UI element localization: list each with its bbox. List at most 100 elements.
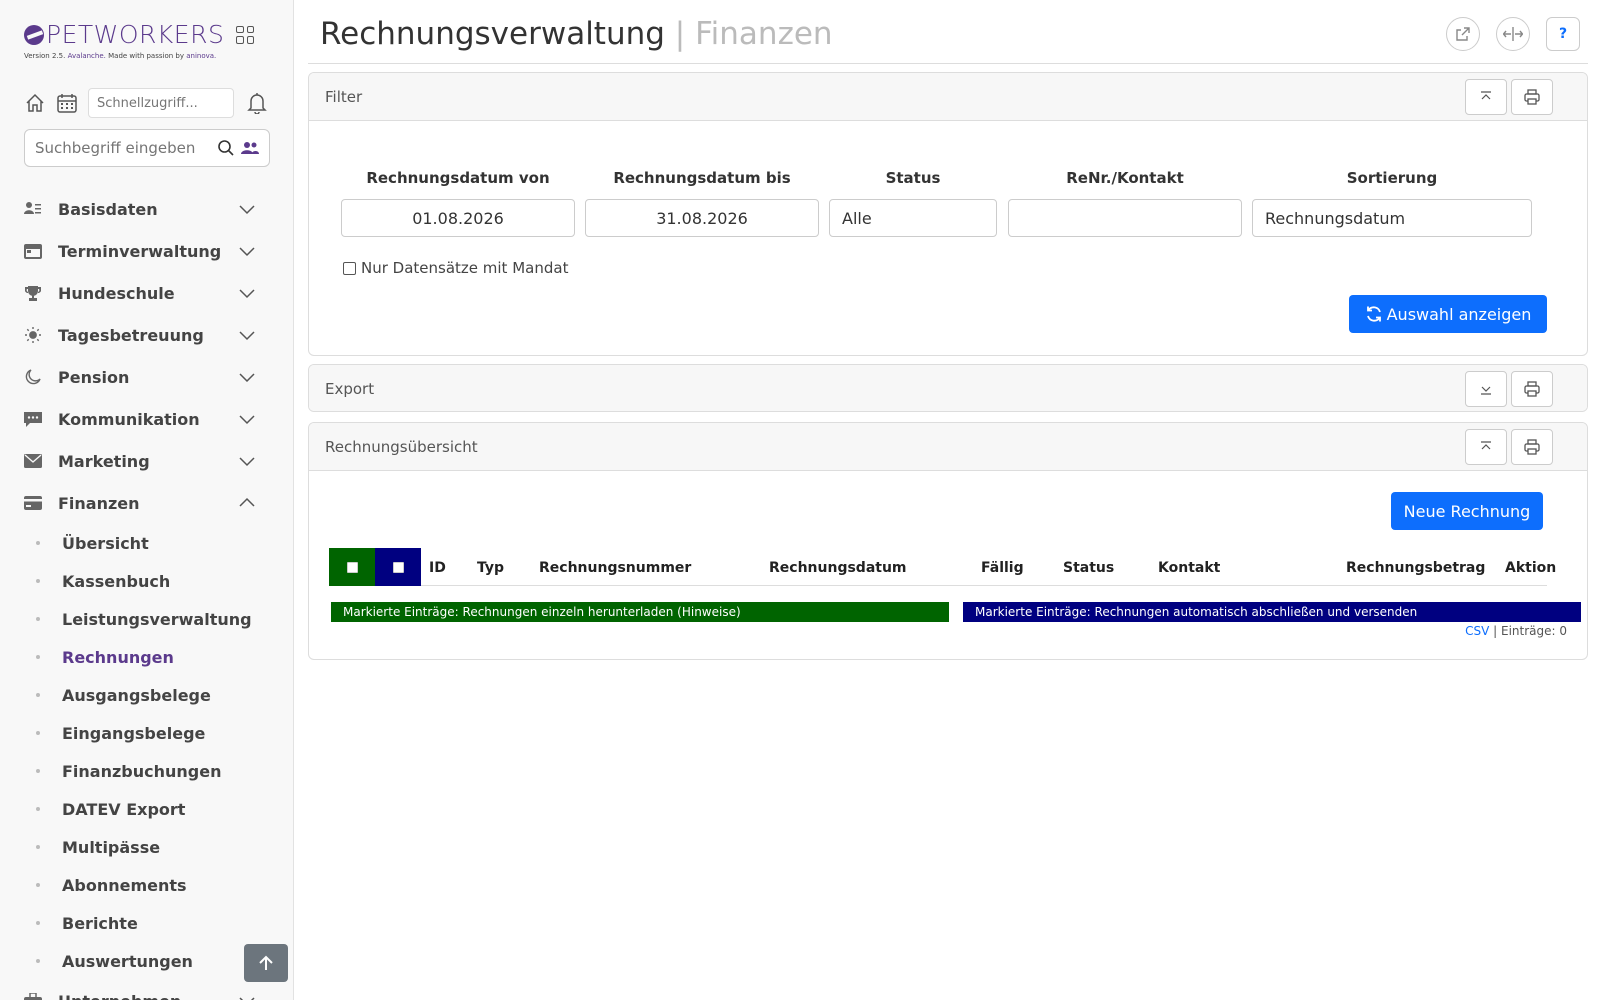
finanzen-submenu: Übersicht Kassenbuch Leistungsverwaltung… [24, 524, 256, 980]
status-select[interactable]: Alle [829, 199, 997, 237]
sidebar-item-hundeschule[interactable]: Hundeschule [24, 272, 256, 314]
sun-icon [24, 326, 42, 344]
sidebar-item-finanzen[interactable]: Finanzen [24, 482, 256, 524]
expand-button[interactable] [1465, 371, 1507, 407]
sidebar-subitem-leistungsverwaltung[interactable]: Leistungsverwaltung [24, 600, 256, 638]
sidebar-subitem-finanzbuchungen[interactable]: Finanzbuchungen [24, 752, 256, 790]
company-name: aninova. [186, 52, 217, 60]
sidebar-item-kommunikation[interactable]: Kommunikation [24, 398, 256, 440]
print-button[interactable] [1511, 79, 1553, 115]
subitem-label: Kassenbuch [62, 571, 171, 591]
subitem-label: Auswertungen [62, 951, 193, 971]
column-header-typ[interactable]: Typ [477, 560, 504, 576]
date-to-field[interactable]: 31.08.2026 [585, 199, 819, 237]
sidebar-item-terminverwaltung[interactable]: Terminverwaltung [24, 230, 256, 272]
chevron-down-icon [238, 326, 256, 344]
filter-card-header: Filter [309, 73, 1587, 121]
select-all-download-cell [329, 548, 375, 586]
sidebar-item-label: Finanzen [58, 493, 140, 513]
column-header-faellig[interactable]: Fällig [981, 560, 1024, 576]
sidebar-item-tagesbetreuung[interactable]: Tagesbetreuung [24, 314, 256, 356]
sidebar-subitem-rechnungen[interactable]: Rechnungen [24, 638, 256, 676]
apps-grid-icon[interactable] [236, 25, 255, 44]
column-header-rechnungsdatum[interactable]: Rechnungsdatum [769, 560, 907, 576]
mandate-checkbox[interactable] [343, 261, 356, 275]
bulk-download-bar[interactable]: Markierte Einträge: Rechnungen einzeln h… [331, 602, 949, 622]
bullet-dot [36, 693, 40, 697]
bullet-dot [36, 921, 40, 925]
bell-icon[interactable] [246, 92, 268, 114]
date-from-field[interactable]: 01.08.2026 [341, 199, 575, 237]
csv-export-link[interactable]: CSV [1465, 624, 1489, 638]
sidebar-item-pension[interactable]: Pension [24, 356, 256, 398]
filter-card: Filter Rechnungsdatum von Rechnungsdatum… [308, 72, 1588, 356]
trophy-icon [24, 284, 42, 302]
column-header-id[interactable]: ID [429, 560, 446, 576]
column-header-kontakt[interactable]: Kontakt [1158, 560, 1220, 576]
filter-card-title: Filter [325, 87, 363, 106]
bulk-send-bar[interactable]: Markierte Einträge: Rechnungen automatis… [963, 602, 1581, 622]
chevron-down-icon [238, 452, 256, 470]
column-header-status[interactable]: Status [1063, 560, 1114, 576]
collapse-button[interactable] [1465, 429, 1507, 465]
envelope-icon [24, 452, 42, 470]
apply-filter-button[interactable]: Auswahl anzeigen [1349, 295, 1547, 333]
overview-card-title: Rechnungsübersicht [325, 437, 478, 456]
mandate-checkbox-row[interactable]: Nur Datensätze mit Mandat [343, 259, 568, 277]
bullet-dot [36, 579, 40, 583]
quick-access-input[interactable] [88, 88, 234, 118]
sidebar-subitem-abonnements[interactable]: Abonnements [24, 866, 256, 904]
sidebar-subitem-kassenbuch[interactable]: Kassenbuch [24, 562, 256, 600]
new-invoice-button[interactable]: Neue Rechnung [1391, 492, 1543, 530]
sidebar-subitem-multipaesse[interactable]: Multipässe [24, 828, 256, 866]
subitem-label: Berichte [62, 913, 138, 933]
column-header-rechnungsnummer[interactable]: Rechnungsnummer [539, 560, 691, 576]
made-by: Made with passion by [108, 52, 184, 60]
sidebar-item-marketing[interactable]: Marketing [24, 440, 256, 482]
help-button[interactable]: ? [1546, 17, 1580, 51]
status-label: Status [885, 169, 941, 187]
bullet-dot [36, 617, 40, 621]
home-icon[interactable] [24, 92, 46, 114]
sidebar-item-basisdaten[interactable]: Basisdaten [24, 188, 256, 230]
export-card-header: Export [309, 365, 1587, 411]
sort-select[interactable]: Rechnungsdatum [1252, 199, 1532, 237]
sidebar-subitem-ausgangsbelege[interactable]: Ausgangsbelege [24, 676, 256, 714]
printer-icon [1524, 381, 1540, 397]
apply-filter-label: Auswahl anzeigen [1386, 304, 1532, 324]
scroll-to-top-button[interactable] [244, 944, 288, 982]
sidebar-subitem-uebersicht[interactable]: Übersicht [24, 524, 256, 562]
table-footer: CSV | Einträge: 0 [1465, 624, 1567, 638]
chevron-down-icon [238, 242, 256, 260]
print-button[interactable] [1511, 371, 1553, 407]
contact-field[interactable] [1008, 199, 1242, 237]
expand-width-button[interactable] [1496, 17, 1530, 51]
invoice-overview-card: Rechnungsübersicht Neue Rechnung ID Typ … [308, 422, 1588, 660]
global-search[interactable] [24, 129, 270, 167]
brand-logo[interactable]: PETWORKERS [24, 20, 255, 49]
overview-card-header: Rechnungsübersicht [309, 423, 1587, 471]
select-all-send-checkbox[interactable] [392, 561, 404, 573]
column-header-rechnungsbetrag[interactable]: Rechnungsbetrag [1346, 560, 1485, 576]
search-input[interactable] [35, 139, 211, 157]
print-button[interactable] [1511, 429, 1553, 465]
collapse-button[interactable] [1465, 79, 1507, 115]
version-info: Version 2.5. Avalanche. Made with passio… [24, 52, 216, 60]
select-all-download-checkbox[interactable] [346, 561, 358, 573]
sidebar-subitem-auswertungen[interactable]: Auswertungen [24, 942, 256, 980]
date-from-label: Rechnungsdatum von [366, 169, 550, 187]
sidebar-subitem-berichte[interactable]: Berichte [24, 904, 256, 942]
sidebar-subitem-eingangsbelege[interactable]: Eingangsbelege [24, 714, 256, 752]
person-list-icon [24, 200, 42, 218]
sidebar-subitem-datev-export[interactable]: DATEV Export [24, 790, 256, 828]
search-icon[interactable] [217, 139, 235, 157]
chevron-up-icon [238, 494, 256, 512]
people-icon[interactable] [241, 140, 259, 156]
sidebar-item-label: Marketing [58, 451, 150, 471]
select-all-send-cell [375, 548, 421, 586]
sidebar-item-unternehmen[interactable]: Unternehmen [24, 980, 256, 1000]
open-external-button[interactable] [1446, 17, 1480, 51]
subitem-label: Multipässe [62, 837, 161, 857]
page-title: Rechnungsverwaltung | Finanzen [320, 16, 833, 52]
calendar-icon[interactable] [56, 92, 78, 114]
